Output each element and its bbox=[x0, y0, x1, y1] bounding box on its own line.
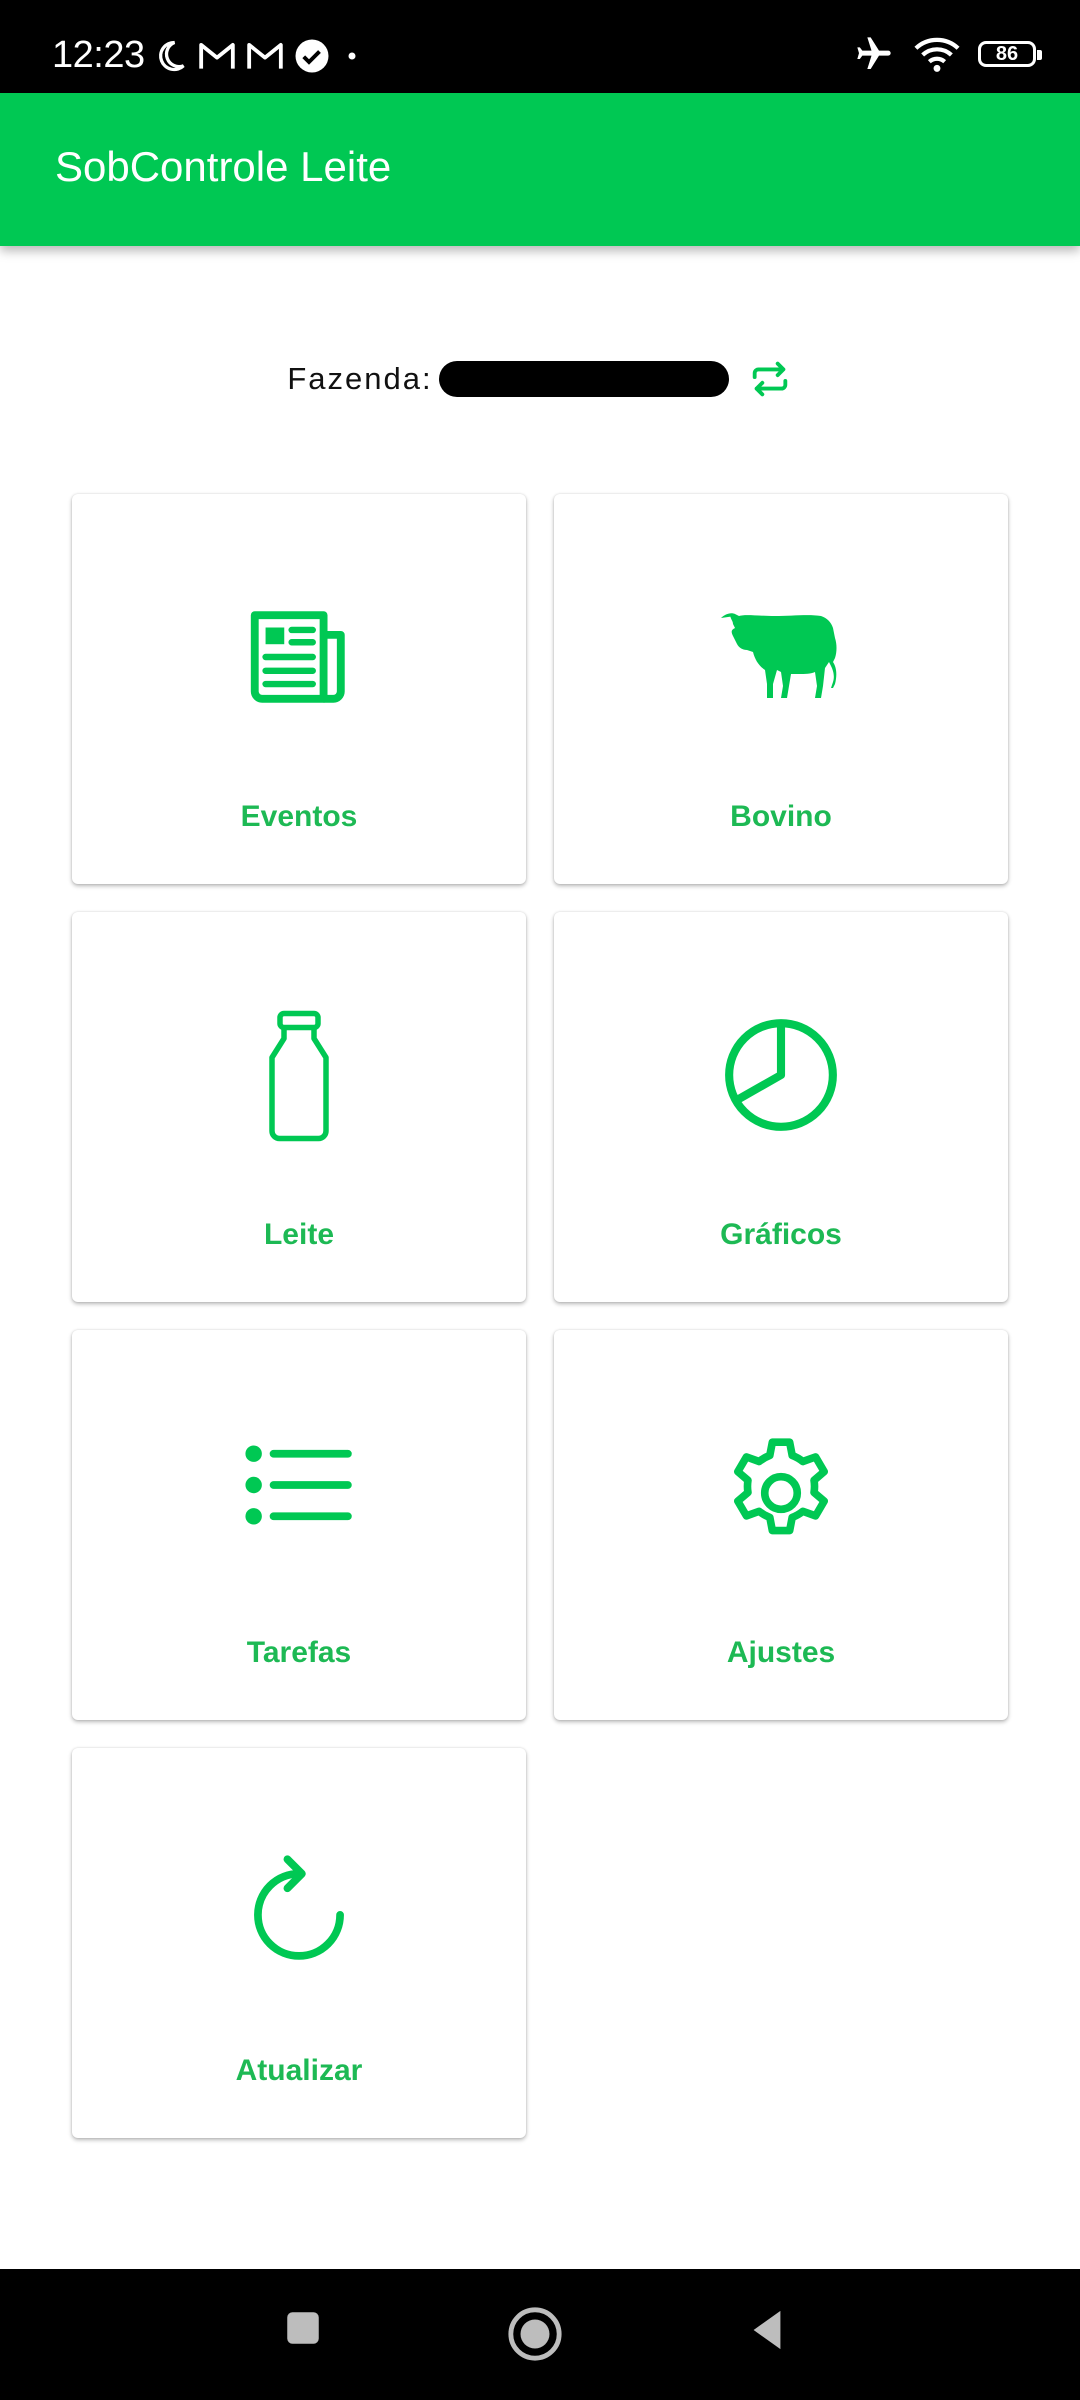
status-bar: 12:23 86 bbox=[0, 0, 1080, 93]
battery-icon: 86 bbox=[978, 41, 1042, 67]
status-system-icons: 86 bbox=[852, 34, 1042, 74]
moon-icon bbox=[159, 40, 185, 72]
status-notification-icons bbox=[152, 38, 364, 74]
check-circle-icon bbox=[295, 39, 329, 73]
refresh-icon bbox=[254, 1855, 344, 1960]
wifi-icon bbox=[914, 37, 960, 72]
newspaper-icon bbox=[250, 611, 345, 703]
gmail-icon bbox=[247, 43, 283, 69]
tile-graficos[interactable]: Gráficos bbox=[554, 912, 1008, 1302]
tile-bovino[interactable]: Bovino bbox=[554, 494, 1008, 884]
airplane-icon bbox=[857, 37, 891, 69]
pie-chart-icon bbox=[725, 1019, 837, 1131]
tile-label: Tarefas bbox=[246, 1636, 352, 1669]
app-title: SobControle Leite bbox=[55, 143, 392, 190]
gear-icon bbox=[733, 1438, 829, 1535]
swap-icon[interactable] bbox=[747, 356, 793, 402]
tile-label: Atualizar bbox=[235, 2054, 363, 2087]
list-icon bbox=[245, 1445, 352, 1525]
tile-label: Eventos bbox=[240, 800, 358, 833]
cow-icon bbox=[721, 613, 837, 698]
recents-button[interactable] bbox=[282, 2307, 324, 2349]
battery-level: 86 bbox=[995, 42, 1019, 65]
tile-atualizar[interactable]: Atualizar bbox=[72, 1748, 526, 2138]
app-bar: SobControle Leite bbox=[0, 93, 1080, 246]
tile-ajustes[interactable]: Ajustes bbox=[554, 1330, 1008, 1720]
tile-label: Leite bbox=[263, 1218, 335, 1251]
farm-name-redacted bbox=[438, 361, 729, 397]
dot-icon bbox=[348, 52, 356, 60]
tile-eventos[interactable]: Eventos bbox=[72, 494, 526, 884]
gmail-icon bbox=[199, 43, 235, 69]
back-button[interactable] bbox=[744, 2307, 790, 2353]
tile-label: Bovino bbox=[730, 800, 832, 833]
tile-label: Ajustes bbox=[726, 1636, 836, 1669]
farm-label: Fazenda: bbox=[287, 361, 433, 396]
farm-selector: Fazenda: bbox=[0, 356, 1080, 402]
tile-tarefas[interactable]: Tarefas bbox=[72, 1330, 526, 1720]
home-button[interactable] bbox=[506, 2305, 564, 2363]
tile-label: Gráficos bbox=[720, 1218, 842, 1251]
system-nav-bar bbox=[0, 2269, 1080, 2400]
status-time: 12:23 bbox=[52, 34, 145, 76]
milk-bottle-icon bbox=[269, 1010, 329, 1142]
tile-leite[interactable]: Leite bbox=[72, 912, 526, 1302]
